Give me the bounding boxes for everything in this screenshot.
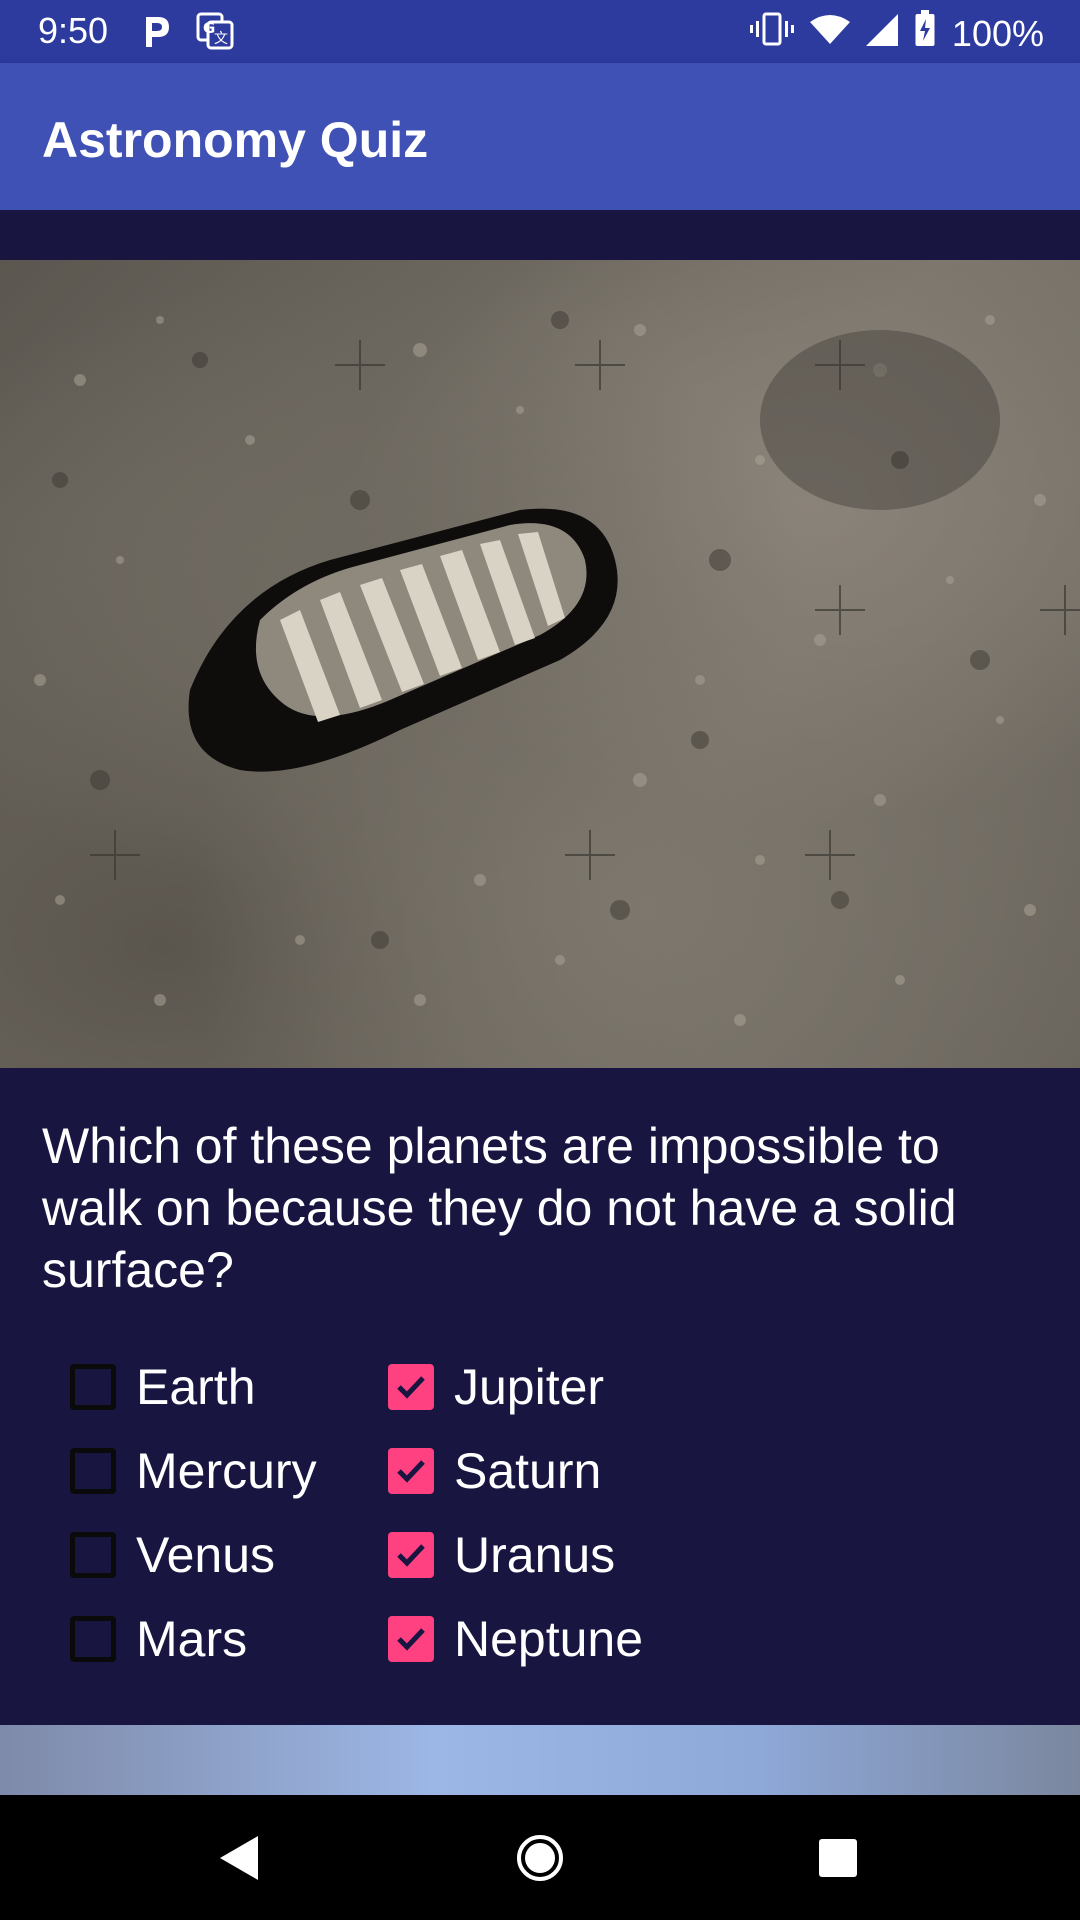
checkbox-jupiter[interactable]: [388, 1364, 434, 1410]
option-label: Mercury: [136, 1443, 317, 1499]
checkmark-icon: [397, 1460, 425, 1483]
back-icon: [220, 1835, 258, 1880]
option-uranus[interactable]: Uranus: [388, 1520, 615, 1590]
question-text: Which of these planets are impossible to…: [42, 1118, 957, 1298]
home-button[interactable]: [500, 1795, 580, 1920]
option-saturn[interactable]: Saturn: [388, 1436, 601, 1506]
wifi-icon: [809, 13, 850, 55]
app-bar: Astronomy Quiz: [0, 63, 1080, 210]
signal-icon: [865, 13, 898, 55]
vibrate-icon: [749, 11, 794, 56]
option-neptune[interactable]: Neptune: [388, 1604, 643, 1674]
parking-icon: [140, 13, 174, 54]
option-label: Uranus: [454, 1527, 616, 1583]
checkbox-mars[interactable]: [70, 1616, 116, 1662]
option-label: Jupiter: [454, 1359, 605, 1415]
next-image-preview: [0, 1725, 1080, 1795]
checkbox-mercury[interactable]: [70, 1448, 116, 1494]
option-mercury[interactable]: Mercury: [70, 1436, 317, 1506]
status-bar: 9:50 G 文 100%: [0, 0, 1080, 63]
back-button[interactable]: [200, 1795, 280, 1920]
home-icon: [517, 1834, 563, 1881]
checkmark-icon: [397, 1544, 425, 1567]
battery-percent: 100%: [951, 12, 1044, 54]
options-group: Earth Mercury Venus Mars Jupiter Saturn: [70, 1352, 970, 1692]
quiz-content[interactable]: Which of these planets are impossible to…: [0, 210, 1080, 1795]
translate-icon: G 文: [196, 12, 234, 55]
option-label: Venus: [136, 1527, 276, 1583]
moon-footprint-image: [0, 260, 1080, 1068]
navigation-bar: [0, 1795, 1080, 1920]
checkmark-icon: [397, 1628, 425, 1651]
battery-charging-icon: [914, 10, 936, 57]
option-label: Neptune: [454, 1611, 644, 1667]
option-label: Earth: [136, 1359, 256, 1415]
checkbox-venus[interactable]: [70, 1532, 116, 1578]
recents-icon: [819, 1838, 857, 1877]
checkbox-uranus[interactable]: [388, 1532, 434, 1578]
option-venus[interactable]: Venus: [70, 1520, 275, 1590]
checkmark-icon: [397, 1376, 425, 1399]
recents-button[interactable]: [798, 1795, 878, 1920]
status-time: 9:50: [38, 10, 109, 51]
option-label: Saturn: [454, 1443, 602, 1499]
option-jupiter[interactable]: Jupiter: [388, 1352, 604, 1422]
checkbox-saturn[interactable]: [388, 1448, 434, 1494]
checkbox-earth[interactable]: [70, 1364, 116, 1410]
app-title: Astronomy Quiz: [42, 112, 429, 168]
option-mars[interactable]: Mars: [70, 1604, 247, 1674]
option-earth[interactable]: Earth: [70, 1352, 256, 1422]
svg-text:文: 文: [214, 31, 228, 47]
checkbox-neptune[interactable]: [388, 1616, 434, 1662]
option-label: Mars: [136, 1611, 248, 1667]
